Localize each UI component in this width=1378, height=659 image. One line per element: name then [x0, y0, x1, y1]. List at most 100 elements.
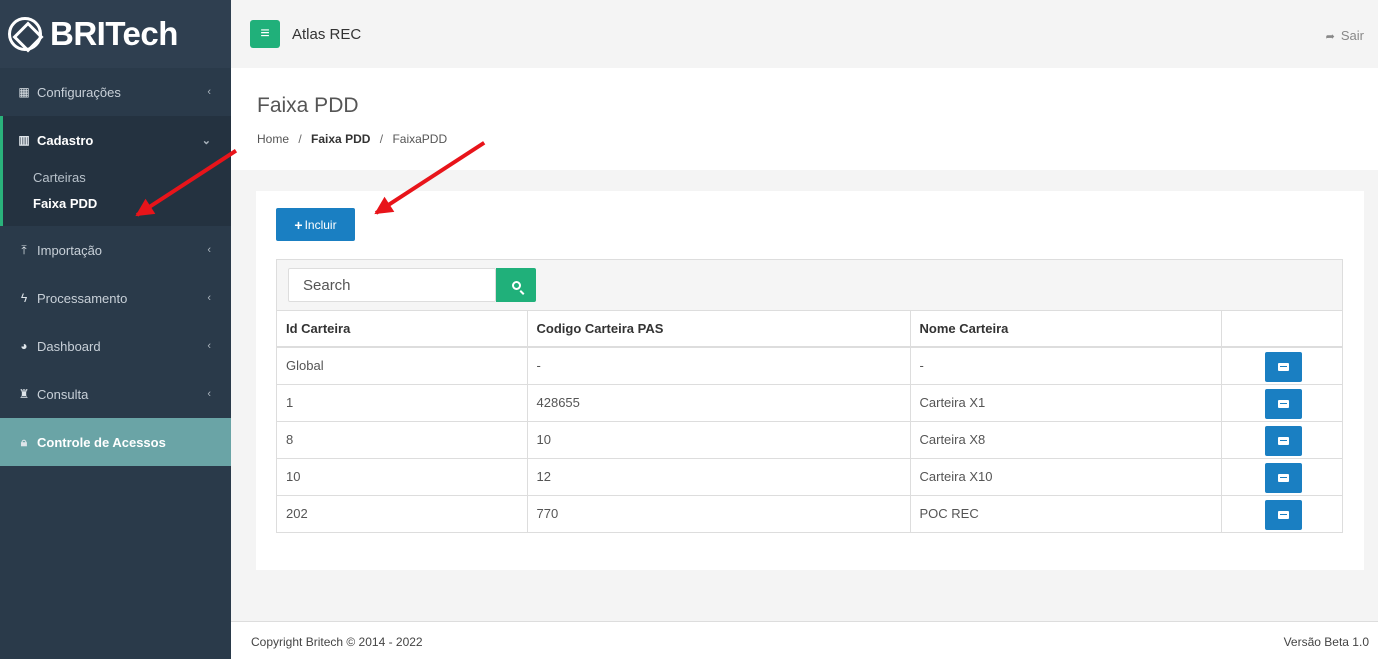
cell-nome: Carteira X8	[910, 420, 1222, 458]
cell-id: 1	[277, 383, 528, 421]
sidebar-item-label: Configurações	[37, 84, 121, 100]
search-button[interactable]	[496, 268, 536, 302]
view-row-button[interactable]	[1264, 352, 1302, 382]
column-header-codigo-carteira-pas[interactable]: Codigo Carteira PAS	[527, 311, 911, 348]
lock-icon: 🔒︎	[20, 434, 28, 449]
breadcrumb-section[interactable]: Faixa PDD	[311, 132, 370, 146]
bolt-icon: ϟ	[20, 291, 28, 305]
search-icon	[511, 280, 521, 290]
chevron-left-icon: ‹	[207, 244, 211, 256]
sidebar-item-configuracoes[interactable]: ▦ Configurações ‹	[0, 68, 231, 116]
binoculars-icon: ♜	[18, 387, 30, 401]
sidebar-item-label: Consulta	[37, 386, 89, 402]
brand-logo[interactable]: BRITech	[0, 0, 231, 68]
cell-codigo: 428655	[527, 383, 911, 421]
brand-name: BRITech	[50, 15, 178, 52]
table-row: 10 12 Carteira X10	[277, 457, 1342, 495]
cell-id: Global	[277, 346, 528, 384]
page-title: Faixa PDD	[257, 94, 359, 117]
sidebar-item-label: Dashboard	[37, 338, 101, 354]
breadcrumb: Home / Faixa PDD / FaixaPDD	[257, 132, 447, 146]
table-row: 1 428655 Carteira X1	[277, 383, 1342, 421]
sidebar-item-cadastro[interactable]: ▥ Cadastro ⌄	[0, 116, 231, 164]
cell-action	[1221, 457, 1342, 495]
version-text: Versão Beta 1.0	[1283, 635, 1369, 649]
britech-logo-icon	[8, 17, 42, 51]
breadcrumb-separator: /	[298, 132, 302, 146]
cell-action	[1221, 346, 1342, 384]
copyright-text: Copyright Britech © 2014 - 2022	[251, 635, 423, 649]
view-row-button[interactable]	[1264, 388, 1302, 419]
cell-nome: Carteira X1	[910, 383, 1222, 421]
logout-link[interactable]: ➦ Sair	[1326, 28, 1364, 43]
menu-toggle-button[interactable]: ≡	[250, 20, 280, 48]
cell-id: 10	[277, 457, 528, 495]
card-icon	[1277, 510, 1289, 519]
chevron-down-icon: ⌄	[201, 134, 211, 147]
card-icon	[1277, 399, 1289, 408]
cell-codigo: -	[527, 346, 911, 384]
view-row-button[interactable]	[1264, 462, 1302, 493]
incluir-label: Incluir	[304, 217, 337, 232]
plus-icon: +	[294, 216, 303, 233]
table-header-row: Id Carteira Codigo Carteira PAS Nome Car…	[277, 311, 1342, 348]
sidebar-item-dashboard[interactable]: ◕ Dashboard ‹	[0, 322, 231, 370]
column-header-actions	[1221, 311, 1342, 348]
cell-id: 202	[277, 494, 528, 532]
sidebar-item-importacao[interactable]: ⤒ Importação ‹	[0, 226, 231, 274]
cell-nome: -	[910, 346, 1222, 384]
cell-action	[1221, 420, 1342, 458]
breadcrumb-separator: /	[379, 132, 384, 146]
topbar: ≡ Atlas REC ➦ Sair	[231, 0, 1378, 68]
card-icon	[1277, 363, 1289, 371]
view-row-button[interactable]	[1264, 499, 1302, 530]
cell-codigo: 770	[527, 494, 911, 532]
cell-action	[1221, 383, 1342, 421]
footer: Copyright Britech © 2014 - 2022 Versão B…	[231, 621, 1378, 659]
card-icon	[1277, 436, 1289, 445]
sidebar-item-label: Processamento	[37, 290, 128, 306]
bar-chart-icon: ▥	[18, 133, 30, 147]
cell-nome: POC REC	[910, 494, 1222, 532]
sidebar-item-consulta[interactable]: ♜ Consulta ‹	[0, 370, 231, 418]
data-table: Id Carteira Codigo Carteira PAS Nome Car…	[277, 311, 1342, 532]
breadcrumb-current: FaixaPDD	[392, 132, 448, 146]
pie-icon: ◕	[20, 339, 28, 353]
table-row: 202 770 POC REC	[277, 494, 1342, 532]
view-row-button[interactable]	[1264, 425, 1302, 456]
card-icon	[1277, 473, 1289, 482]
hamburger-icon: ≡	[260, 25, 270, 42]
cell-id: 8	[277, 420, 528, 458]
column-header-nome-carteira[interactable]: Nome Carteira	[910, 311, 1222, 348]
app-title: Atlas REC	[292, 25, 362, 43]
submenu-item-faixa-pdd[interactable]: Faixa PDD	[3, 190, 231, 216]
column-header-id-carteira[interactable]: Id Carteira	[277, 311, 528, 348]
faixa-pdd-panel: +Incluir Id Carteira Codigo Carteira PAS…	[256, 191, 1364, 570]
chevron-left-icon: ‹	[207, 340, 211, 352]
logout-label: Sair	[1340, 28, 1364, 43]
sidebar: BRITech ▦ Configurações ‹ ▥ Cadastro ⌄ C…	[0, 0, 231, 659]
breadcrumb-home[interactable]: Home	[257, 132, 289, 146]
chevron-left-icon: ‹	[207, 388, 211, 400]
chevron-left-icon: ‹	[207, 292, 211, 304]
cell-codigo: 12	[527, 457, 911, 495]
cell-nome: Carteira X10	[910, 457, 1222, 495]
content-header: Faixa PDD Home / Faixa PDD / FaixaPDD	[231, 68, 1378, 170]
search-input[interactable]	[288, 268, 496, 302]
search-bar	[277, 260, 1342, 311]
incluir-button[interactable]: + Incluir	[276, 208, 355, 241]
table-row: Global - -	[277, 346, 1342, 384]
sidebar-item-controle-de-acessos[interactable]: 🔒︎ Controle de Acessos	[0, 418, 231, 466]
chevron-left-icon: ‹	[207, 86, 211, 98]
cell-codigo: 10	[527, 420, 911, 458]
table-row: 8 10 Carteira X8	[277, 420, 1342, 458]
sidebar-item-label: Cadastro	[37, 132, 94, 148]
sign-out-icon: ➦	[1325, 31, 1335, 43]
sidebar-item-label: Controle de Acessos	[37, 434, 166, 450]
cell-action	[1221, 494, 1342, 532]
sidebar-item-label: Importação	[37, 242, 103, 258]
upload-icon: ⤒	[21, 242, 27, 257]
grid-icon: ▦	[18, 85, 30, 99]
carteiras-table: Id Carteira Codigo Carteira PAS Nome Car…	[276, 259, 1343, 533]
sidebar-item-processamento[interactable]: ϟ Processamento ‹	[0, 274, 231, 322]
